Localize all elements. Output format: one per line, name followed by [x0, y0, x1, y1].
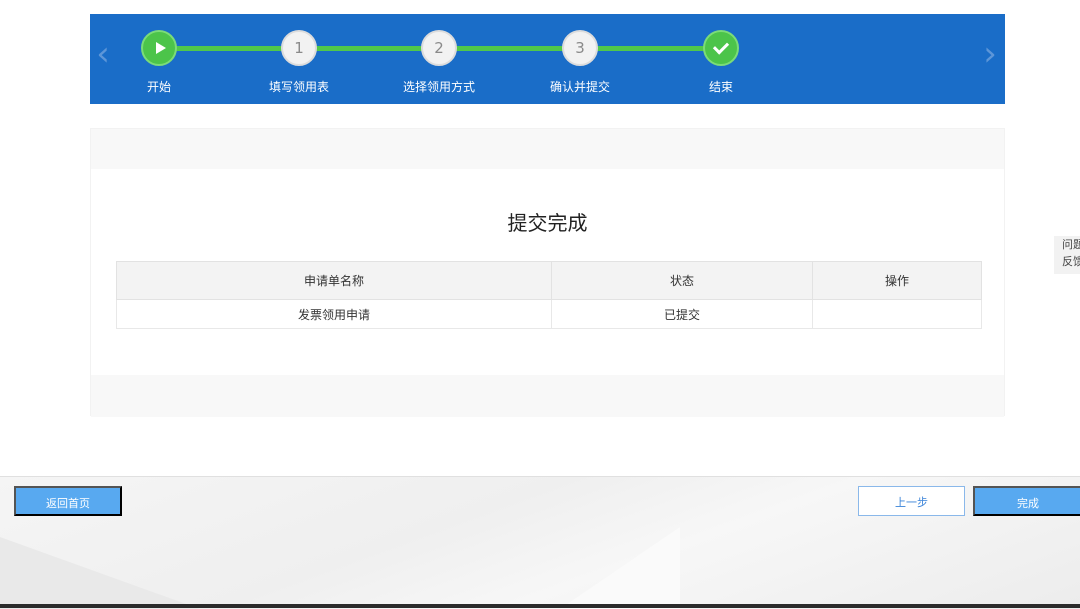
table-row: 发票领用申请 已提交 — [116, 299, 982, 329]
column-header-actions: 操作 — [812, 261, 982, 300]
step-connector — [440, 46, 580, 51]
check-icon — [712, 38, 730, 55]
feedback-label-line2: 反馈 — [1062, 255, 1080, 268]
return-home-button[interactable]: 返回首页 — [14, 486, 122, 516]
finish-button[interactable]: 完成 — [973, 486, 1080, 516]
table-header-row: 申请单名称 状态 操作 — [116, 261, 982, 300]
panel-header-strip — [91, 129, 1004, 169]
chevron-left-icon[interactable]: ‹ — [92, 36, 114, 72]
step-connector — [580, 46, 720, 51]
step-label-start: 开始 — [146, 80, 171, 94]
previous-step-button[interactable]: 上一步 — [858, 486, 965, 516]
column-header-application-name: 申请单名称 — [116, 261, 552, 300]
progress-stepper: ‹ › 1 2 3 开始 填写领用表 选择领用方式 确认并提交 结束 — [90, 14, 1005, 104]
background-decoration — [560, 527, 680, 609]
feedback-label-line1: 问题 — [1062, 238, 1080, 251]
panel-footer-strip — [91, 375, 1004, 417]
page-title: 提交完成 — [507, 211, 588, 235]
step-connector — [160, 46, 300, 51]
step-1: 1 — [281, 30, 317, 66]
step-connector — [300, 46, 440, 51]
cell-actions — [812, 299, 982, 329]
window-bottom-edge — [0, 604, 1080, 608]
step-3: 3 — [562, 30, 598, 66]
step-number: 1 — [294, 39, 304, 57]
application-table: 申请单名称 状态 操作 发票领用申请 已提交 — [116, 261, 982, 329]
play-icon — [155, 42, 166, 54]
step-number: 2 — [434, 39, 444, 57]
result-panel: 提交完成 申请单名称 状态 操作 发票领用申请 已提交 — [90, 128, 1005, 417]
cell-status: 已提交 — [551, 299, 813, 329]
step-label-1: 填写领用表 — [268, 80, 329, 94]
action-bar: 返回首页 上一步 完成 — [0, 476, 1080, 609]
step-label-2: 选择领用方式 — [402, 80, 475, 94]
step-2: 2 — [421, 30, 457, 66]
feedback-tab[interactable]: 问题 反馈 — [1054, 236, 1080, 274]
cell-application-name: 发票领用申请 — [116, 299, 552, 329]
background-decoration — [0, 537, 200, 609]
step-label-3: 确认并提交 — [549, 80, 610, 94]
step-label-end: 结束 — [708, 80, 733, 94]
column-header-status: 状态 — [551, 261, 813, 300]
step-end — [703, 30, 739, 66]
step-number: 3 — [575, 39, 585, 57]
chevron-right-icon[interactable]: › — [979, 36, 1001, 72]
step-start — [141, 30, 177, 66]
